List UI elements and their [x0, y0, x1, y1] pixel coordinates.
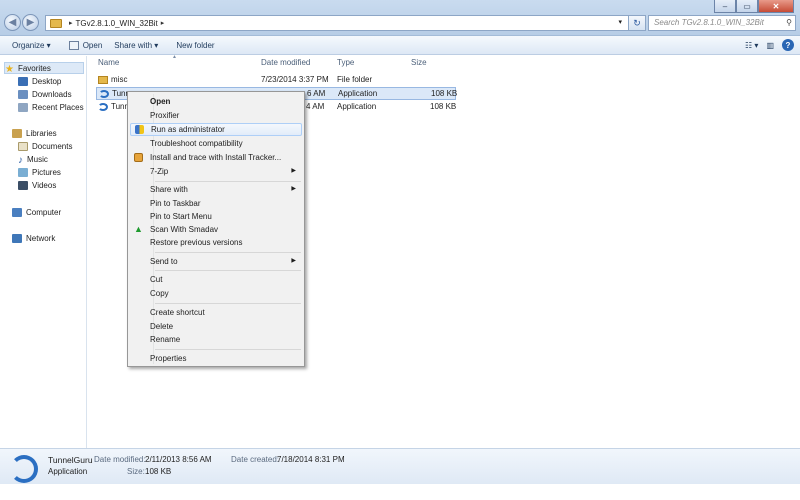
- forward-button[interactable]: ▶: [22, 14, 39, 31]
- sort-arrow-icon: ▲: [172, 54, 177, 60]
- refresh-button[interactable]: ↻: [628, 15, 646, 31]
- open-button[interactable]: Open: [68, 40, 102, 50]
- window-controls: – ▭ ✕: [714, 0, 794, 13]
- app-icon: [98, 103, 108, 111]
- menu-item-run-as-administrator[interactable]: Run as administrator: [130, 123, 302, 136]
- menu-separator: [155, 181, 301, 182]
- column-header-name[interactable]: Name: [98, 58, 119, 67]
- music-icon: ♪: [18, 154, 23, 166]
- smadav-icon: ▲: [134, 224, 143, 234]
- nav-documents[interactable]: Documents: [18, 140, 72, 152]
- submenu-arrow-icon: ▶: [291, 168, 296, 174]
- share-with-button[interactable]: Share with ▾: [114, 41, 158, 50]
- details-date-created: 7/18/2014 8:31 PM: [277, 455, 345, 464]
- submenu-arrow-icon: ▶: [291, 186, 296, 192]
- downloads-icon: [18, 89, 28, 99]
- pictures-icon: [18, 167, 28, 177]
- submenu-arrow-icon: ▶: [291, 258, 296, 264]
- menu-item-pin-to-taskbar[interactable]: Pin to Taskbar: [130, 197, 302, 210]
- help-icon[interactable]: ?: [782, 39, 794, 51]
- organize-button[interactable]: Organize ▾: [12, 41, 51, 50]
- menu-separator: [155, 270, 301, 271]
- new-folder-button[interactable]: New folder: [176, 41, 214, 50]
- menu-item-copy[interactable]: Copy: [130, 287, 302, 300]
- nav-network[interactable]: Network: [12, 232, 55, 244]
- back-button[interactable]: ◀: [4, 14, 21, 31]
- details-size: 108 KB: [145, 467, 172, 476]
- search-icon[interactable]: ⚲: [786, 16, 792, 30]
- folder-icon: [50, 18, 62, 28]
- file-row[interactable]: misc 7/23/2014 3:37 PM File folder: [96, 74, 456, 87]
- menu-item-properties[interactable]: Properties: [130, 352, 302, 365]
- menu-item-cut[interactable]: Cut: [130, 273, 302, 286]
- nav-music[interactable]: ♪ Music: [18, 153, 48, 166]
- nav-pictures[interactable]: Pictures: [18, 166, 61, 178]
- address-bar[interactable]: ▸ TGv2.8.1.0_WIN_32Bit ▸ ▾: [45, 15, 641, 31]
- nav-libraries[interactable]: Libraries: [12, 127, 57, 139]
- app-icon: [10, 455, 38, 483]
- nav-recent-places[interactable]: Recent Places: [18, 101, 84, 113]
- shield-icon: [135, 125, 144, 134]
- menu-item-open[interactable]: Open: [130, 95, 302, 108]
- menu-item-install-tracker[interactable]: Install and trace with Install Tracker..…: [130, 151, 302, 164]
- breadcrumb-item[interactable]: TGv2.8.1.0_WIN_32Bit: [76, 19, 158, 28]
- nav-videos[interactable]: Videos: [18, 179, 56, 191]
- nav-desktop[interactable]: Desktop: [18, 75, 61, 87]
- menu-item-pin-to-start[interactable]: Pin to Start Menu: [130, 210, 302, 223]
- folder-icon: [98, 76, 108, 84]
- minimize-button[interactable]: –: [714, 0, 736, 13]
- search-input[interactable]: Search TGv2.8.1.0_WIN_32Bit ⚲: [648, 15, 796, 31]
- libraries-icon: [12, 128, 22, 138]
- nav-favorites[interactable]: ★ Favorites: [4, 62, 84, 75]
- menu-item-share-with[interactable]: Share with ▶: [130, 183, 302, 196]
- nav-computer[interactable]: Computer: [12, 206, 61, 218]
- column-header-size[interactable]: Size: [411, 58, 427, 67]
- command-bar: Organize ▾ Open Share with ▾ New folder …: [0, 36, 800, 55]
- context-menu: Open Proxifier Run as administrator Trou…: [127, 91, 305, 367]
- menu-separator: [155, 349, 301, 350]
- details-name: TunnelGuru: [48, 455, 93, 465]
- column-header-date-modified[interactable]: Date modified: [261, 58, 310, 67]
- title-bar: – ▭ ✕ ◀ ▶ ▸ TGv2.8.1.0_WIN_32Bit ▸ ▾ ↻ S…: [0, 0, 800, 36]
- close-button[interactable]: ✕: [758, 0, 794, 13]
- menu-item-send-to[interactable]: Send to ▶: [130, 255, 302, 268]
- nav-downloads[interactable]: Downloads: [18, 88, 72, 100]
- menu-separator: [155, 303, 301, 304]
- computer-icon: [12, 207, 22, 217]
- navigation-pane: ★ Favorites Desktop Downloads Recent Plac…: [0, 56, 87, 448]
- app-icon: [99, 90, 109, 98]
- chevron-right-icon[interactable]: ▸: [161, 19, 165, 27]
- view-options-icon[interactable]: ☷ ▾: [745, 41, 758, 50]
- menu-item-rename[interactable]: Rename: [130, 333, 302, 346]
- preview-pane-icon[interactable]: ▥: [766, 41, 774, 50]
- videos-icon: [18, 180, 28, 190]
- recent-places-icon: [18, 102, 28, 112]
- star-icon: ★: [5, 63, 14, 75]
- menu-item-create-shortcut[interactable]: Create shortcut: [130, 306, 302, 319]
- desktop-icon: [18, 76, 28, 86]
- menu-separator: [155, 252, 301, 253]
- open-icon: [68, 40, 79, 50]
- chevron-down-icon[interactable]: ▾: [618, 18, 622, 26]
- menu-item-delete[interactable]: Delete: [130, 320, 302, 333]
- menu-item-troubleshoot[interactable]: Troubleshoot compatibility: [130, 137, 302, 150]
- details-date-modified: 2/11/2013 8:56 AM: [145, 455, 212, 464]
- network-icon: [12, 233, 22, 243]
- menu-item-restore-previous-versions[interactable]: Restore previous versions: [130, 236, 302, 249]
- maximize-button[interactable]: ▭: [736, 0, 758, 13]
- chevron-right-icon: ▸: [69, 20, 73, 27]
- menu-item-7zip[interactable]: 7-Zip ▶: [130, 165, 302, 178]
- details-type: Application: [48, 467, 88, 476]
- details-pane: TunnelGuru Application Date modified: 2/…: [0, 448, 800, 484]
- documents-icon: [18, 141, 28, 151]
- install-tracker-icon: [134, 153, 143, 162]
- column-header-type[interactable]: Type: [337, 58, 354, 67]
- menu-item-proxifier[interactable]: Proxifier: [130, 109, 302, 122]
- menu-item-scan-smadav[interactable]: ▲ Scan With Smadav: [130, 223, 302, 236]
